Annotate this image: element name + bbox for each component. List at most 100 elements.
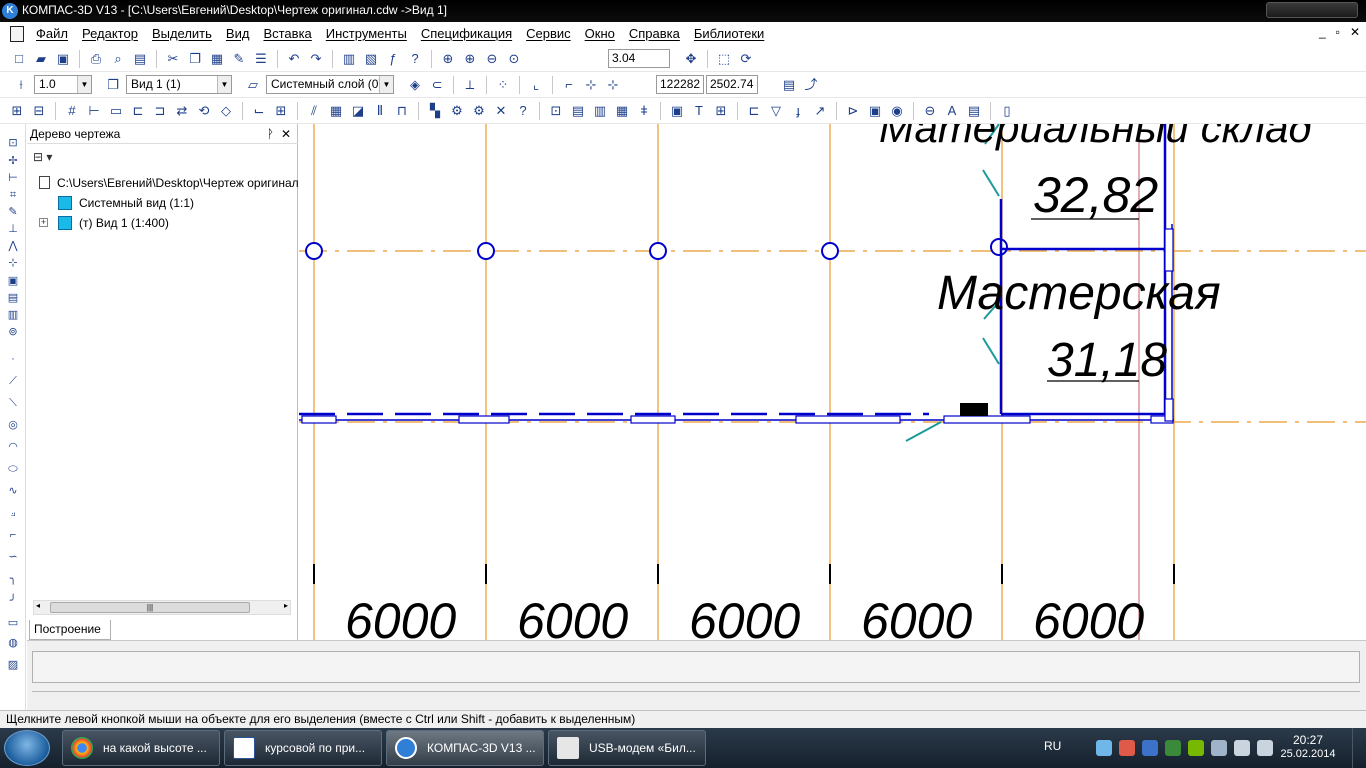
round-mode-icon[interactable]: ⊹ <box>582 76 600 94</box>
tree-item-view-1[interactable]: + (т) Вид 1 (1:400) <box>27 214 298 232</box>
dimension-label[interactable]: 6000 <box>689 593 800 640</box>
window-opening-icon[interactable]: ⊏ <box>129 102 147 120</box>
manager-icon[interactable]: ▥ <box>340 50 358 68</box>
parameters-icon[interactable]: ▤ <box>780 76 798 94</box>
paste-icon[interactable]: ▦ <box>208 50 226 68</box>
text-table-icon[interactable]: ▤ <box>965 102 983 120</box>
spline-tool-icon[interactable]: ∿ <box>5 484 21 498</box>
nvidia-tray-icon[interactable] <box>1188 740 1204 756</box>
dimension-label[interactable]: 6000 <box>345 593 456 640</box>
show-all-icon[interactable]: ⬚ <box>715 50 733 68</box>
copy-icon[interactable]: ❐ <box>186 50 204 68</box>
network-icon[interactable]: ⚙ <box>470 102 488 120</box>
table-icon[interactable]: ⊞ <box>272 102 290 120</box>
dimension-label[interactable]: 6000 <box>861 593 972 640</box>
show-desktop-button[interactable] <box>1352 728 1366 768</box>
select-tools-icon[interactable]: ⊹ <box>5 256 21 270</box>
point-tool-icon[interactable]: · <box>5 352 21 366</box>
fillet-tool-icon[interactable]: ╮ <box>5 572 21 586</box>
coord-y-field[interactable]: 2502.74 <box>706 75 758 94</box>
drawing-svg[interactable]: Материальный склад 32,82 Мастерская 31,1… <box>299 124 1366 640</box>
undo-icon[interactable]: ↶ <box>285 50 303 68</box>
layer-props-icon[interactable]: ◈ <box>406 76 424 94</box>
grid-table-icon[interactable]: ⊞ <box>712 102 730 120</box>
wall-opening[interactable] <box>943 415 1031 424</box>
menu-window[interactable]: Окно <box>585 26 615 41</box>
diamond-icon[interactable]: ◇ <box>217 102 235 120</box>
task-word[interactable]: курсовой по при... <box>224 730 382 766</box>
start-button[interactable] <box>4 730 50 766</box>
menu-file[interactable]: Файл <box>36 26 68 41</box>
measure-tool-icon[interactable]: ⋀ <box>5 239 21 253</box>
text-icon[interactable]: A <box>943 102 961 120</box>
tools-icon[interactable]: ✕ <box>492 102 510 120</box>
dimension-tool-icon[interactable]: ⊢ <box>5 171 21 185</box>
ortho-mode-icon[interactable]: ⌐ <box>560 76 578 94</box>
geometry-tool-icon[interactable]: ✢ <box>5 154 21 168</box>
ellipse-tool-icon[interactable]: ⬭ <box>5 462 21 476</box>
circle-tool-icon[interactable]: ◎ <box>5 418 21 432</box>
zoom-scale-icon[interactable]: ⊙ <box>505 50 523 68</box>
spec-tool-icon[interactable]: ▤ <box>5 291 21 305</box>
menu-insert[interactable]: Вставка <box>263 26 311 41</box>
axis-marker[interactable] <box>821 242 839 260</box>
vk-tray-icon[interactable] <box>1142 740 1158 756</box>
report-tool-icon[interactable]: ▥ <box>5 308 21 322</box>
help-pointer-icon[interactable]: ? <box>406 50 424 68</box>
zoom-out-icon[interactable]: ⊖ <box>483 50 501 68</box>
stamp-icon[interactable]: ▤ <box>569 102 587 120</box>
print-preview-icon[interactable]: ⌕ <box>109 50 127 68</box>
room-name-label[interactable]: Мастерская <box>937 267 1221 320</box>
axis-marker[interactable] <box>477 242 495 260</box>
parametrize-tool-icon[interactable]: ⊥ <box>5 222 21 236</box>
dimension-label[interactable]: 6000 <box>1033 593 1144 640</box>
assoc-view-icon[interactable]: ▣ <box>5 274 21 288</box>
axis-icon[interactable]: ⊢ <box>85 102 103 120</box>
tab-build[interactable]: Построение <box>29 620 111 640</box>
level-icon[interactable]: ⊖ <box>921 102 939 120</box>
door-icon[interactable]: ⊐ <box>151 102 169 120</box>
wall-icon[interactable]: ▭ <box>107 102 125 120</box>
insert-tool-icon[interactable]: ⊚ <box>5 325 21 339</box>
section-icon[interactable]: ▣ <box>866 102 884 120</box>
step-combobox[interactable]: 1.0 ▼ <box>34 75 92 94</box>
task-usb-modem[interactable]: USB-модем «Бил... <box>548 730 706 766</box>
properties-area[interactable] <box>32 651 1360 683</box>
tree-horizontal-scrollbar[interactable]: ◂ ||| ▸ <box>33 600 291 615</box>
leader-line[interactable] <box>982 337 1000 365</box>
format-painter-icon[interactable]: ✎ <box>230 50 248 68</box>
pin-icon[interactable]: ᚹ <box>267 124 274 144</box>
antivirus-tray-icon[interactable] <box>1119 740 1135 756</box>
edit-tool-icon[interactable]: ✎ <box>5 205 21 219</box>
task-chrome[interactable]: на какой высоте ... <box>62 730 220 766</box>
menu-specification[interactable]: Спецификация <box>421 26 512 41</box>
scroll-right-icon[interactable]: ▸ <box>284 601 288 610</box>
wall-opening[interactable] <box>1164 228 1174 272</box>
axis-marker[interactable] <box>649 242 667 260</box>
redo-icon[interactable]: ↷ <box>307 50 325 68</box>
mdi-minimize-button[interactable]: _ <box>1319 25 1326 39</box>
tree-view-mode-icon[interactable]: ⊟ ▾ <box>33 150 63 166</box>
menu-libraries[interactable]: Библиотеки <box>694 26 764 41</box>
room-area-label[interactable]: 32,82 <box>1033 167 1158 223</box>
mdi-restore-button[interactable]: ▫ <box>1336 25 1340 39</box>
layout-icon[interactable]: ▤ <box>131 50 149 68</box>
close-icon[interactable]: ✕ <box>281 124 291 144</box>
pan-icon[interactable]: ✥ <box>682 50 700 68</box>
cut-icon[interactable]: ✂ <box>164 50 182 68</box>
wall-opening[interactable] <box>795 415 901 424</box>
kompas-app-icon[interactable]: K <box>2 3 18 19</box>
updates-tray-icon[interactable] <box>1165 740 1181 756</box>
settings-icon[interactable]: ⚙ <box>448 102 466 120</box>
axis-marker[interactable] <box>990 238 1008 256</box>
bezier-tool-icon[interactable]: ∽ <box>5 550 21 564</box>
new-document-icon[interactable]: □ <box>10 50 28 68</box>
mdi-close-button[interactable]: ✕ <box>1350 25 1360 39</box>
refresh-icon[interactable]: ⟳ <box>737 50 755 68</box>
save-icon[interactable]: ▣ <box>54 50 72 68</box>
mirror-icon[interactable]: ⇄ <box>173 102 191 120</box>
network-tray-icon[interactable] <box>1096 740 1112 756</box>
open-folder-icon[interactable]: ▰ <box>32 50 50 68</box>
language-indicator[interactable]: RU <box>1044 739 1061 753</box>
door-block[interactable] <box>960 403 988 416</box>
